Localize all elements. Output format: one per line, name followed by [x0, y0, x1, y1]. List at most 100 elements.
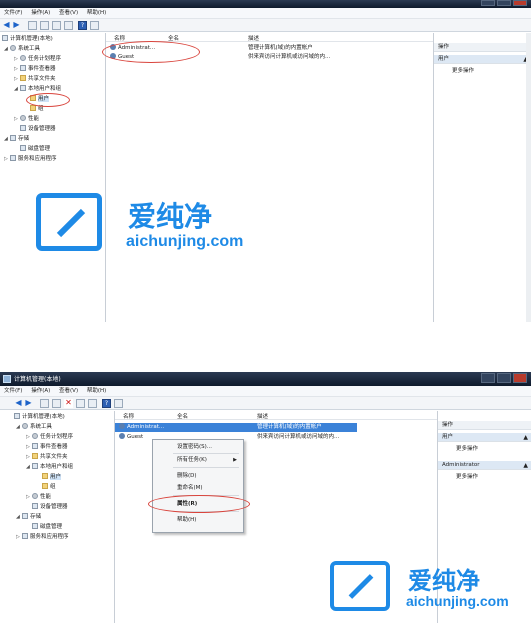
forward-arrow-icon[interactable]: ▶ [12, 21, 21, 30]
more-actions-link[interactable]: 更多操作 [456, 473, 478, 482]
menu-action[interactable]: 操作(A) [31, 8, 50, 19]
column-header-name[interactable]: 名称 [123, 412, 134, 420]
tree-item-groups[interactable]: 组 [42, 483, 56, 492]
tree-item-event-viewer[interactable]: ▷ 事件查看器 [14, 65, 56, 74]
table-row-selected[interactable]: Administrat... 管理计算机(域)的内置帐户 [115, 423, 357, 432]
device-manager-icon [20, 125, 26, 131]
performance-icon [32, 493, 38, 499]
tree-item-event-viewer[interactable]: ▷ 事件查看器 [26, 443, 68, 452]
minimize-button[interactable] [481, 373, 495, 383]
back-arrow-icon[interactable]: ◀ [14, 399, 23, 408]
menu-help[interactable]: 帮助(H) [87, 386, 106, 397]
tree-item-device-manager[interactable]: 设备管理器 [32, 503, 68, 512]
menu-bar: 文件(F) 操作(A) 查看(V) 帮助(H) [0, 8, 531, 19]
refresh-icon[interactable] [64, 21, 73, 30]
tree-item-local-users-groups[interactable]: ◢ 本地用户和组 [26, 463, 73, 472]
shared-folder-icon [32, 453, 38, 459]
tree-item-disk-management[interactable]: 磁盘管理 [32, 523, 62, 532]
column-header-fullname[interactable]: 全名 [168, 34, 179, 42]
computer-icon [2, 35, 8, 41]
screenshot-panel-top: 文件(F) 操作(A) 查看(V) 帮助(H) ◀ ▶ ? 计算机管理(本地) … [0, 0, 531, 322]
collapse-up-icon[interactable]: ▲ [523, 433, 528, 442]
menu-view[interactable]: 查看(V) [59, 386, 78, 397]
menu-file[interactable]: 文件(F) [4, 386, 22, 397]
tree-item-task-scheduler[interactable]: ▷ 任务计划程序 [26, 433, 73, 442]
tree-item-shared-folders[interactable]: ▷ 共享文件夹 [14, 75, 56, 84]
menu-item-help[interactable]: 帮助(H) [177, 515, 196, 525]
submenu-arrow-icon: ▶ [233, 457, 237, 463]
export-list-icon[interactable] [52, 21, 61, 30]
collapse-up-icon[interactable]: ▲ [523, 461, 528, 470]
view-icon[interactable] [114, 399, 123, 408]
user-icon [119, 433, 125, 439]
services-icon [22, 533, 28, 539]
tree-item-root[interactable]: 计算机管理(本地) [2, 35, 53, 44]
folder-icon [42, 483, 48, 489]
tree-item-task-scheduler[interactable]: ▷ 任务计划程序 [14, 55, 61, 64]
tree-item-root[interactable]: 计算机管理(本地) [14, 413, 65, 422]
toolbar: ◀ ▶ ✕ ? [0, 397, 531, 410]
show-hide-tree-icon[interactable] [52, 399, 61, 408]
tree-item-device-manager[interactable]: 设备管理器 [20, 125, 56, 134]
event-icon [20, 65, 26, 71]
menu-item-delete[interactable]: 删除(D) [177, 471, 197, 481]
menu-item-rename[interactable]: 重命名(M) [177, 483, 203, 493]
tree-item-performance[interactable]: ▷ 性能 [26, 493, 51, 502]
computer-icon [14, 413, 20, 419]
navigation-tree: 计算机管理(本地) ◢ 系统工具 ▷ 任务计划程序 ▷ 事件查看器 ▷ 共享文件夹 ◢ 本… [0, 411, 115, 623]
column-header-name[interactable]: 名称 [114, 34, 125, 42]
tree-item-system-tools[interactable]: ◢ 系统工具 [4, 45, 40, 54]
storage-icon [22, 513, 28, 519]
delete-icon[interactable]: ✕ [64, 399, 73, 408]
menu-action[interactable]: 操作(A) [31, 386, 50, 397]
actions-section-users[interactable]: 用户▲ [434, 55, 531, 64]
maximize-button[interactable] [497, 373, 511, 383]
properties-icon[interactable] [76, 399, 85, 408]
highlight-circle [148, 495, 250, 513]
main-content: 计算机管理(本地) ◢ 系统工具 ▷ 任务计划程序 ▷ 事件查看器 ▷ 共享文件夹 ◢ 本… [0, 411, 531, 623]
tree-item-users[interactable]: 用户 [42, 473, 62, 482]
forward-arrow-icon[interactable]: ▶ [24, 399, 33, 408]
column-header-description[interactable]: 描述 [257, 412, 268, 420]
menu-file[interactable]: 文件(F) [4, 8, 22, 19]
menu-view[interactable]: 查看(V) [59, 8, 78, 19]
window-titlebar: 计算机管理(本地) [0, 372, 531, 386]
navigation-tree: 计算机管理(本地) ◢ 系统工具 ▷ 任务计划程序 ▷ 事件查看器 ▷ 共享文件夹 ◢ 本… [0, 33, 106, 322]
back-arrow-icon[interactable]: ◀ [2, 21, 11, 30]
show-hide-tree-icon[interactable] [40, 21, 49, 30]
menu-bar: 文件(F) 操作(A) 查看(V) 帮助(H) [0, 386, 531, 397]
watermark: 爱纯净 aichunjing.com [330, 561, 530, 613]
folder-icon [30, 105, 36, 111]
menu-item-all-tasks[interactable]: 所有任务(K) ▶ [177, 455, 243, 465]
actions-section-users[interactable]: 用户▲ [438, 433, 531, 442]
user-list: 名称 全名 描述 Administrat... 管理计算机(域)的内置帐户 Gu… [102, 33, 434, 322]
more-actions-link[interactable]: 更多操作 [456, 445, 478, 454]
column-header-description[interactable]: 描述 [248, 34, 259, 42]
users-group-icon [20, 85, 26, 91]
tree-item-performance[interactable]: ▷ 性能 [14, 115, 39, 124]
view-icon[interactable] [90, 21, 99, 30]
actions-section-administrator[interactable]: Administrator ▲ [438, 461, 531, 470]
up-folder-icon[interactable] [28, 21, 37, 30]
device-manager-icon [32, 503, 38, 509]
menu-help[interactable]: 帮助(H) [87, 8, 106, 19]
close-button[interactable] [513, 373, 527, 383]
more-actions-link[interactable]: 更多操作 [452, 67, 474, 76]
help-icon[interactable]: ? [102, 399, 111, 408]
tree-item-system-tools[interactable]: ◢ 系统工具 [16, 423, 52, 432]
scrollbar[interactable] [526, 33, 531, 322]
tree-item-storage[interactable]: ◢ 存储 [16, 513, 41, 522]
tree-item-disk-management[interactable]: 磁盘管理 [20, 145, 50, 154]
help-icon[interactable]: ? [78, 21, 87, 30]
tree-item-storage[interactable]: ◢ 存储 [4, 135, 29, 144]
up-folder-icon[interactable] [40, 399, 49, 408]
export-list-icon[interactable] [88, 399, 97, 408]
tree-item-shared-folders[interactable]: ▷ 共享文件夹 [26, 453, 68, 462]
clock-icon [32, 433, 38, 439]
tree-item-services-apps[interactable]: ▷ 服务和应用程序 [16, 533, 69, 542]
tree-item-services-apps[interactable]: ▷ 服务和应用程序 [4, 155, 57, 164]
menu-item-set-password[interactable]: 设置密码(S)... [177, 442, 212, 452]
window-title: 计算机管理(本地) [14, 376, 61, 383]
actions-header: 操作 [434, 43, 531, 52]
column-header-fullname[interactable]: 全名 [177, 412, 188, 420]
